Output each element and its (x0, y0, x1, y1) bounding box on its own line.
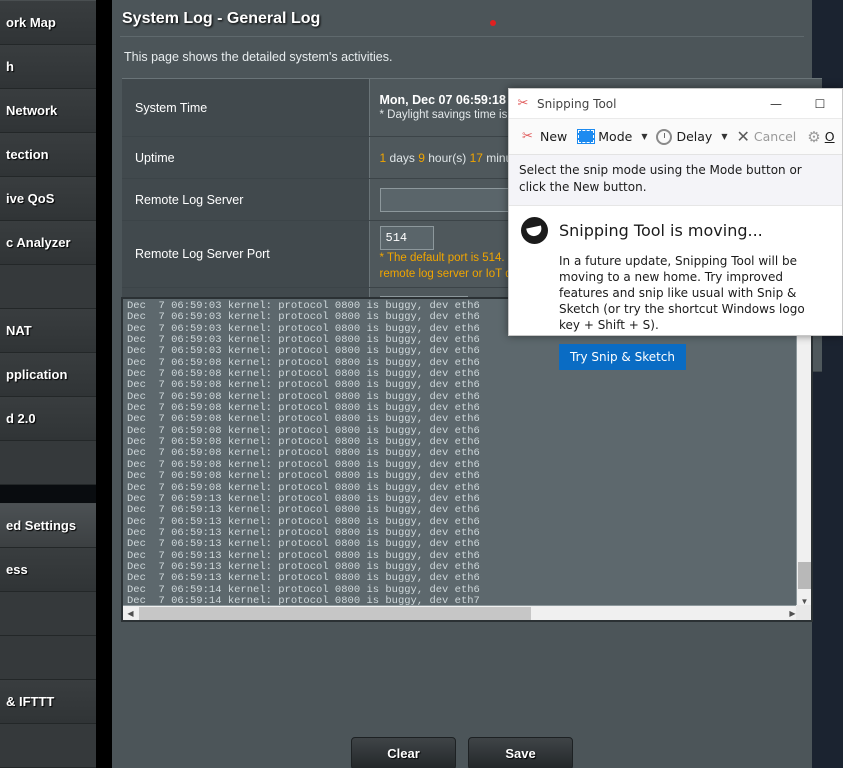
sidebar-separator (96, 0, 112, 768)
promo-body: In a future update, Snipping Tool will b… (559, 254, 805, 332)
sidebar-item-blank-3[interactable] (0, 592, 96, 636)
snip-and-sketch-icon (521, 217, 548, 244)
snipping-tool-window[interactable]: ✂ Snipping Tool — ☐ ✂ New Mode ▼ Delay ▼… (508, 88, 843, 370)
clear-button[interactable]: Clear (351, 737, 456, 768)
new-button[interactable]: ✂ New (515, 125, 571, 148)
row-label-uptime: Uptime (122, 136, 370, 179)
scissors-icon: ✂ (522, 129, 533, 144)
delay-button-label: Delay (676, 129, 713, 144)
sidebar-item-label: NAT (6, 323, 32, 338)
bottom-button-row: Clear Save (112, 737, 812, 768)
sidebar-item-label: d 2.0 (6, 411, 36, 426)
sidebar-group-advanced: ed Settings ess & IFTTT (0, 503, 96, 768)
scroll-left-icon[interactable]: ◀ (123, 606, 138, 620)
sidebar-header-advanced-settings: ed Settings (0, 504, 96, 548)
sidebar-item-label: tection (6, 147, 49, 162)
promo-title: Snipping Tool is moving... (559, 221, 763, 240)
uptime-minutes: 17 (469, 150, 483, 165)
sidebar-item-ai-mesh-network[interactable]: Network (0, 89, 96, 133)
remote-log-server-port-input[interactable] (379, 226, 434, 250)
sidebar-item-label: h (6, 59, 14, 74)
sidebar-item-adaptive-qos[interactable]: ive QoS (0, 177, 96, 221)
chevron-down-icon[interactable]: ▼ (719, 132, 729, 141)
cancel-button[interactable]: ✕ Cancel (733, 124, 801, 149)
cancel-button-label: Cancel (753, 129, 797, 144)
sidebar-item-blank-5[interactable] (0, 724, 96, 768)
log-horizontal-scrollbar[interactable]: ◀ ▶ (123, 605, 800, 620)
row-label-remote-log-server: Remote Log Server (122, 178, 370, 221)
snipping-tool-promo: Snipping Tool is moving... In a future u… (509, 206, 842, 370)
page-title: System Log - General Log (122, 10, 321, 27)
sidebar-item-label: c Analyzer (6, 235, 71, 250)
sidebar-item-usb-application[interactable]: pplication (0, 353, 96, 397)
clock-icon (656, 128, 673, 145)
sidebar-item-traffic-analyzer[interactable]: c Analyzer (0, 221, 96, 265)
selection-rectangle-icon (578, 130, 595, 143)
vertical-scroll-thumb[interactable] (798, 562, 811, 589)
sidebar-item-label: ess (6, 562, 28, 577)
sidebar-item-open-nat[interactable]: NAT (0, 309, 96, 353)
sidebar-item-label: Network (6, 103, 58, 118)
sidebar-item-ai-protection[interactable]: tection (0, 133, 96, 177)
mode-button[interactable]: Mode (574, 126, 636, 147)
row-label-system-time: System Time (122, 78, 370, 137)
horizontal-scroll-thumb[interactable] (139, 607, 531, 620)
sidebar-group-top: ork Map h Network tection ive QoS c Anal… (0, 0, 96, 485)
maximize-button[interactable]: ☐ (798, 89, 842, 119)
close-icon: ✕ (736, 127, 750, 146)
uptime-hours-unit: hour(s) (424, 150, 470, 165)
screen: ork Map h Network tection ive QoS c Anal… (0, 0, 843, 768)
sidebar-item-network-map[interactable]: ork Map (0, 1, 96, 45)
save-button[interactable]: Save (468, 737, 573, 768)
scrollbar-corner (796, 605, 811, 620)
snipping-tool-titlebar[interactable]: ✂ Snipping Tool — ☐ (509, 89, 842, 119)
try-snip-and-sketch-button[interactable]: Try Snip & Sketch (559, 344, 687, 370)
page-description: This page shows the detailed system's ac… (124, 50, 393, 64)
row-label-remote-log-server-port: Remote Log Server Port (122, 220, 370, 288)
snipping-tool-toolbar: ✂ New Mode ▼ Delay ▼ ✕ Cancel ⚙ O (509, 119, 842, 155)
gear-icon: ⚙ (807, 127, 821, 146)
uptime-hours: 9 (418, 150, 425, 165)
minimize-button[interactable]: — (754, 89, 798, 119)
new-button-label: New (540, 129, 568, 144)
sidebar-item-wireless[interactable]: ess (0, 548, 96, 592)
cursor-marker-icon (490, 20, 496, 26)
uptime-days-unit: days (386, 150, 419, 165)
scissors-icon: ✂ (517, 96, 529, 111)
sidebar-item-label: ed Settings (6, 518, 77, 533)
sidebar-divider (0, 485, 96, 503)
sidebar-item-alexa-ifttt[interactable]: & IFTTT (0, 680, 96, 724)
sidebar-item-label: ive QoS (6, 191, 55, 206)
sidebar-item-blank-2[interactable] (0, 441, 96, 485)
delay-button[interactable]: Delay (652, 126, 716, 148)
sidebar-item-blank-1[interactable] (0, 265, 96, 309)
sidebar-item-blank-4[interactable] (0, 636, 96, 680)
sidebar-item-label: ork Map (6, 15, 56, 30)
mode-button-label: Mode (598, 129, 633, 144)
sidebar-item-label: pplication (6, 367, 68, 382)
sidebar-item-guest-network[interactable]: h (0, 45, 96, 89)
promo-header: Snipping Tool is moving... (521, 217, 828, 244)
options-button-label: O (824, 129, 835, 144)
snipping-tool-title: Snipping Tool (537, 96, 617, 111)
snipping-tool-hint: Select the snip mode using the Mode butt… (509, 155, 842, 206)
sidebar-item-label: & IFTTT (6, 694, 55, 709)
sidebar: ork Map h Network tection ive QoS c Anal… (0, 0, 96, 768)
options-button[interactable]: ⚙ O (803, 125, 838, 149)
chevron-down-icon[interactable]: ▼ (639, 132, 649, 141)
sidebar-item-aicloud[interactable]: d 2.0 (0, 397, 96, 441)
